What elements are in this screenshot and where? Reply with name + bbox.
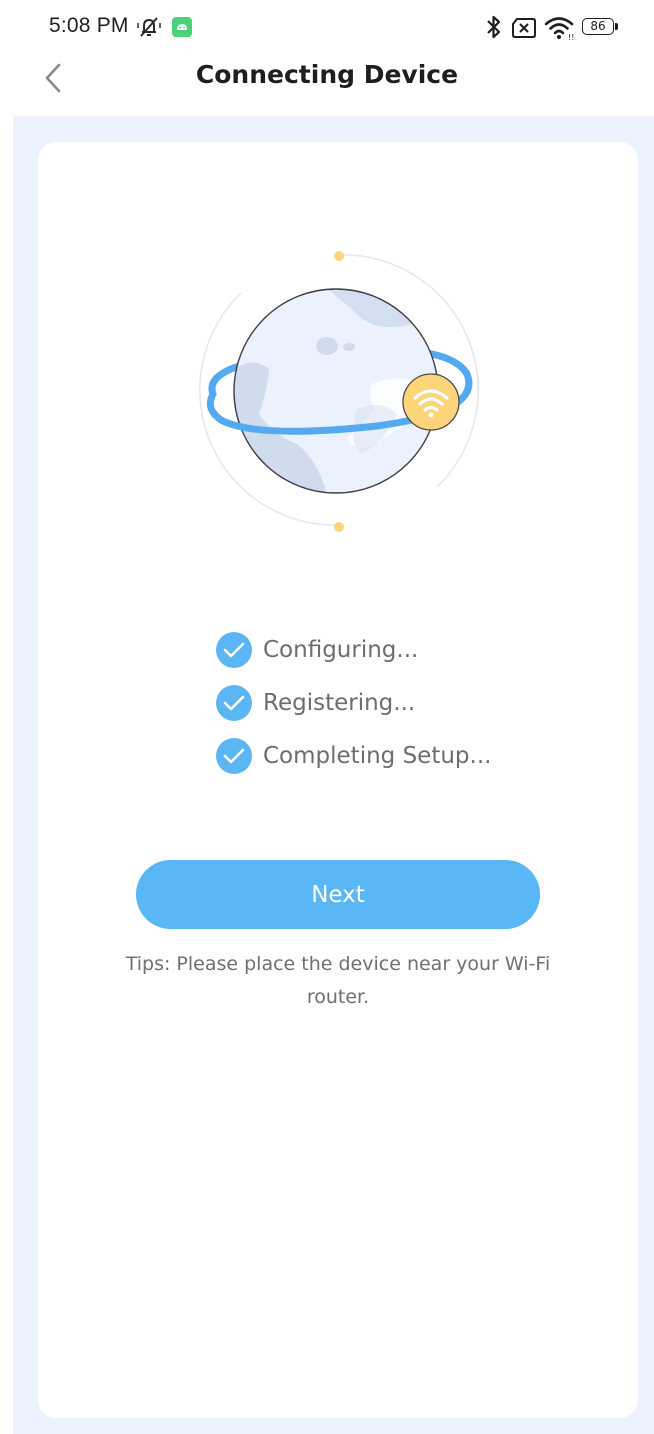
tips-text: Tips: Please place the device near your …	[125, 953, 551, 1008]
wifi-badge-icon	[402, 373, 460, 431]
navigation-header: Connecting Device	[0, 56, 654, 116]
wifi-signal-icon: !!	[544, 17, 574, 41]
checkmark-icon	[216, 685, 252, 721]
muted-notification-icon	[137, 17, 161, 37]
orbit-dot-bottom	[334, 522, 344, 532]
checkmark-icon	[216, 632, 252, 668]
step-label: Registering...	[263, 690, 416, 716]
page-title: Connecting Device	[195, 60, 459, 89]
status-time: 5:08 PM	[49, 14, 129, 37]
globe-wifi-illustration	[199, 251, 479, 532]
android-app-icon	[172, 17, 192, 37]
step-registering: Registering...	[216, 685, 491, 721]
checkmark-icon	[216, 738, 252, 774]
svg-text:!!: !!	[568, 33, 574, 41]
connecting-device-screen: 5:08 PM !! 86 Connecting Device Configur…	[0, 0, 654, 1434]
step-completing-setup: Completing Setup...	[216, 738, 491, 774]
next-button[interactable]: Next	[136, 860, 540, 929]
battery-level: 86	[590, 19, 606, 33]
battery-icon: 86	[582, 18, 618, 37]
step-label: Configuring...	[263, 637, 419, 663]
no-sim-icon	[512, 18, 536, 38]
bluetooth-icon	[487, 15, 501, 39]
step-label: Completing Setup...	[263, 743, 492, 769]
setup-steps-list: Configuring... Registering... Completing…	[216, 632, 491, 791]
step-configuring: Configuring...	[216, 632, 491, 668]
status-bar: 5:08 PM !! 86	[0, 0, 654, 56]
orbit-dot-top	[334, 251, 344, 261]
